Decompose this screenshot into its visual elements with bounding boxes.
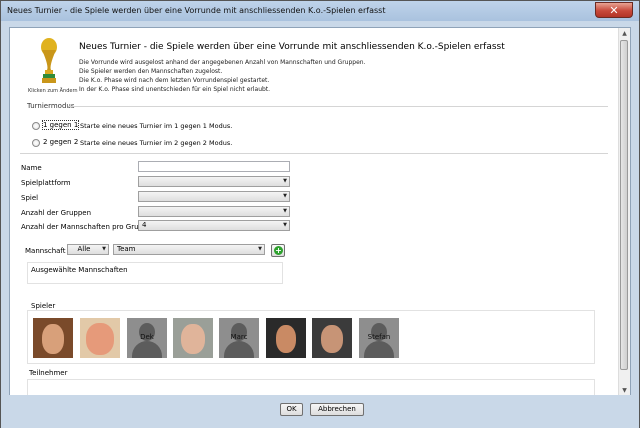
teams-per-group-value: 4 xyxy=(142,221,147,229)
selected-teams-label: Ausgewählte Mannschaften xyxy=(31,266,128,274)
divider xyxy=(20,153,608,154)
platform-label: Spielplattform xyxy=(21,179,71,187)
player-avatar[interactable] xyxy=(80,318,120,358)
chevron-down-icon: ▼ xyxy=(102,246,106,252)
title-bar[interactable]: Neues Turnier - die Spiele werden über e… xyxy=(1,1,639,21)
chevron-down-icon: ▼ xyxy=(258,246,262,252)
teams-per-group-select[interactable]: 4 ▼ xyxy=(138,220,290,231)
player-avatar[interactable]: Dek xyxy=(127,318,167,358)
description-line: In der K.o. Phase sind unentschieden für… xyxy=(79,86,271,93)
description-line: Die Vorrunde wird ausgelost anhand der a… xyxy=(79,59,366,66)
chevron-down-icon: ▼ xyxy=(283,178,287,184)
dialog-footer: OK Abbrechen xyxy=(1,395,639,428)
player-name: Marc xyxy=(230,333,248,341)
radio-1v1[interactable] xyxy=(32,122,40,130)
name-input[interactable] xyxy=(138,161,290,172)
groups-select[interactable]: ▼ xyxy=(138,206,290,217)
dialog-window: Neues Turnier - die Spiele werden über e… xyxy=(0,0,640,428)
window-title: Neues Turnier - die Spiele werden über e… xyxy=(7,6,386,15)
ok-button[interactable]: OK xyxy=(280,403,303,416)
teams-per-group-label: Anzahl der Mannschaften pro Gruppe xyxy=(21,223,152,231)
cancel-button[interactable]: Abbrechen xyxy=(310,403,364,416)
radio-2v2[interactable] xyxy=(32,139,40,147)
scroll-up-icon[interactable]: ▲ xyxy=(619,28,630,39)
player-avatar[interactable] xyxy=(312,318,352,358)
radio-2v2-label[interactable]: 2 gegen 2 xyxy=(43,138,78,146)
dialog-content: Klicken zum Ändern Neues Turnier - die S… xyxy=(9,27,631,397)
team-value: Team xyxy=(117,245,136,253)
divider xyxy=(68,106,608,107)
scrollbar-thumb[interactable] xyxy=(620,40,628,370)
add-team-button[interactable]: + xyxy=(271,244,285,257)
player-name: Dek xyxy=(140,333,154,341)
radio-1v1-description: Starte eine neues Turnier im 1 gegen 1 M… xyxy=(80,122,233,130)
team-label: Mannschaft xyxy=(25,247,66,255)
player-avatar[interactable]: Stefan xyxy=(359,318,399,358)
game-select[interactable]: ▼ xyxy=(138,191,290,202)
chevron-down-icon: ▼ xyxy=(283,208,287,214)
team-filter-value: Alle xyxy=(77,245,91,253)
game-label: Spiel xyxy=(21,194,39,202)
player-avatar[interactable]: Marc xyxy=(219,318,259,358)
participants-label: Teilnehmer xyxy=(29,369,68,377)
radio-2v2-description: Starte eine neues Turnier im 2 gegen 2 M… xyxy=(80,139,233,147)
chevron-down-icon: ▼ xyxy=(283,222,287,228)
dialog-heading: Neues Turnier - die Spiele werden über e… xyxy=(79,42,505,52)
trophy-icon[interactable] xyxy=(38,38,60,84)
name-label: Name xyxy=(21,164,42,172)
description-line: Die Spieler werden den Mannschaften zuge… xyxy=(79,68,223,75)
platform-select[interactable]: ▼ xyxy=(138,176,290,187)
selected-teams-panel: Ausgewählte Mannschaften xyxy=(27,262,283,284)
description-line: Die K.o. Phase wird nach dem letzten Vor… xyxy=(79,77,270,84)
player-avatar[interactable] xyxy=(173,318,213,358)
icon-caption: Klicken zum Ändern xyxy=(28,88,78,94)
close-button[interactable]: ✕ xyxy=(595,2,633,18)
player-avatar[interactable] xyxy=(266,318,306,358)
players-label: Spieler xyxy=(31,302,56,310)
player-avatar[interactable] xyxy=(33,318,73,358)
chevron-down-icon: ▼ xyxy=(283,193,287,199)
team-select[interactable]: Team ▼ xyxy=(113,244,265,255)
vertical-scrollbar[interactable]: ▲ ▼ xyxy=(618,28,630,396)
team-filter-select[interactable]: Alle ▼ xyxy=(67,244,109,255)
player-name: Stefan xyxy=(367,333,391,341)
radio-1v1-label[interactable]: 1 gegen 1 xyxy=(41,120,80,130)
groups-label: Anzahl der Gruppen xyxy=(21,209,92,217)
plus-icon: + xyxy=(274,246,283,255)
